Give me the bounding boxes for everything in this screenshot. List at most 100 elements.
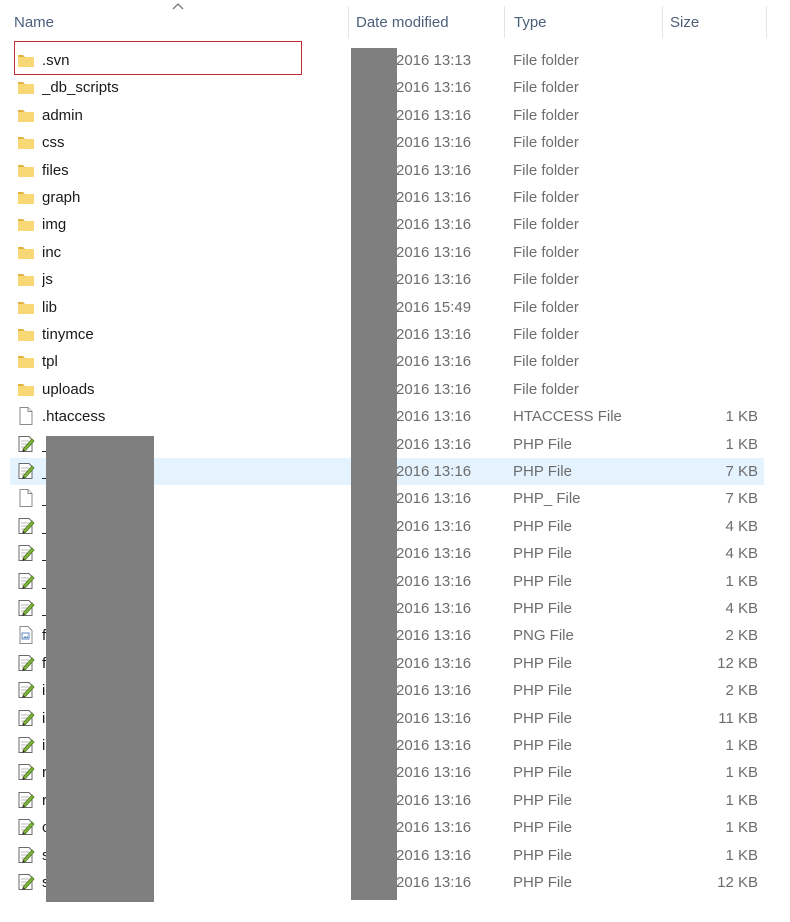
- blank-file-icon: [16, 406, 36, 426]
- png-file-icon: [16, 625, 36, 645]
- file-date-modified: 2016 13:16: [396, 161, 472, 179]
- file-type: PHP File: [513, 517, 572, 535]
- focus-rectangle: [14, 41, 302, 75]
- file-type: File folder: [513, 134, 579, 152]
- php-file-icon: [16, 516, 36, 536]
- file-type: File folder: [513, 380, 579, 398]
- file-size: [668, 294, 758, 321]
- file-type: PHP File: [513, 791, 572, 809]
- file-date-modified: 2016 13:16: [396, 846, 472, 864]
- file-date-modified: 2016 13:16: [396, 737, 472, 754]
- file-size: 1 KB: [725, 737, 758, 754]
- column-header-type[interactable]: Type: [508, 0, 662, 46]
- file-size: 1 KB: [725, 764, 758, 782]
- file-type: File folder: [513, 353, 579, 371]
- file-size: 4 KB: [725, 517, 758, 535]
- redaction-block-names: [46, 436, 154, 902]
- folder-icon: [16, 242, 36, 262]
- php-file-icon: [16, 762, 36, 782]
- file-type: File folder: [513, 189, 579, 206]
- file-size: 1 KB: [725, 846, 758, 864]
- file-date-modified: 2016 13:16: [396, 764, 472, 782]
- file-date-modified: 2016 13:16: [396, 682, 472, 700]
- file-type: File folder: [513, 326, 579, 343]
- file-size: 1 KB: [725, 572, 758, 590]
- php-file-icon: [16, 653, 36, 673]
- file-size: [668, 266, 758, 293]
- file-date-modified: 2016 13:16: [396, 654, 472, 672]
- column-divider[interactable]: [766, 6, 767, 38]
- file-type: File folder: [513, 52, 579, 69]
- file-size: 2 KB: [725, 682, 758, 700]
- file-size: 11 KB: [718, 709, 758, 727]
- file-type: PHP File: [513, 572, 572, 590]
- file-date-modified: 2016 13:16: [396, 134, 472, 152]
- file-size: [668, 102, 758, 129]
- file-type: PHP File: [513, 737, 572, 754]
- file-type: File folder: [513, 216, 579, 234]
- file-date-modified: 2016 13:16: [396, 819, 472, 837]
- php-file-icon: [16, 708, 36, 728]
- file-size: [668, 321, 758, 348]
- folder-icon: [16, 187, 36, 207]
- file-name: .htaccess: [42, 408, 106, 426]
- folder-icon: [16, 160, 36, 180]
- column-divider[interactable]: [504, 6, 505, 38]
- file-name: tpl: [42, 353, 58, 371]
- file-size: [668, 376, 758, 403]
- file-size: [668, 157, 758, 184]
- file-size: 4 KB: [725, 600, 758, 617]
- file-size: [668, 239, 758, 266]
- column-divider[interactable]: [348, 6, 349, 38]
- file-name: inc: [42, 243, 62, 261]
- file-date-modified: 2016 13:16: [396, 627, 472, 645]
- column-header-name[interactable]: Name: [8, 0, 348, 46]
- file-type: File folder: [513, 243, 579, 261]
- file-type: PHP File: [513, 682, 572, 700]
- folder-icon: [16, 379, 36, 399]
- file-type: File folder: [513, 298, 579, 316]
- file-date-modified: 2016 13:16: [396, 106, 472, 124]
- file-type: PHP File: [513, 600, 572, 617]
- file-date-modified: 2016 13:16: [396, 709, 472, 727]
- file-size: 4 KB: [725, 545, 758, 563]
- file-name: i: [42, 737, 46, 754]
- file-size: 12 KB: [717, 654, 758, 672]
- file-date-modified: 2016 13:16: [396, 791, 472, 809]
- file-date-modified: 2016 13:16: [396, 326, 472, 343]
- file-type: PHP File: [513, 846, 572, 864]
- file-size: 1 KB: [725, 819, 758, 837]
- file-date-modified: 2016 13:16: [396, 380, 472, 398]
- php-file-icon: [16, 543, 36, 563]
- file-type: File folder: [513, 161, 579, 179]
- file-type: PHP File: [513, 463, 572, 480]
- php-file-icon: [16, 817, 36, 837]
- file-size: 1 KB: [725, 408, 758, 426]
- file-name: files: [42, 161, 69, 179]
- file-name: css: [42, 134, 65, 152]
- file-size: [668, 348, 758, 375]
- file-date-modified: 2016 13:16: [396, 79, 472, 97]
- file-date-modified: 2016 13:13: [396, 52, 472, 69]
- file-size: 7 KB: [725, 490, 758, 508]
- column-header-size[interactable]: Size: [664, 0, 764, 46]
- column-divider[interactable]: [662, 6, 663, 38]
- file-name: uploads: [42, 380, 95, 398]
- folder-icon: [16, 77, 36, 97]
- folder-icon: [16, 269, 36, 289]
- file-date-modified: 2016 15:49: [396, 298, 472, 316]
- column-header-date[interactable]: Date modified: [350, 0, 504, 46]
- file-type: PHP File: [513, 764, 572, 782]
- file-size: 1 KB: [725, 791, 758, 809]
- php-file-icon: [16, 598, 36, 618]
- file-type: File folder: [513, 79, 579, 97]
- file-date-modified: 2016 13:16: [396, 545, 472, 563]
- redaction-block-date: [351, 48, 397, 900]
- php-file-icon: [16, 680, 36, 700]
- file-name: img: [42, 216, 67, 234]
- blank-file-icon: [16, 488, 36, 508]
- file-type: PHP File: [513, 545, 572, 563]
- file-type: File folder: [513, 106, 579, 124]
- file-date-modified: 2016 13:16: [396, 874, 472, 891]
- file-name: i: [42, 709, 46, 727]
